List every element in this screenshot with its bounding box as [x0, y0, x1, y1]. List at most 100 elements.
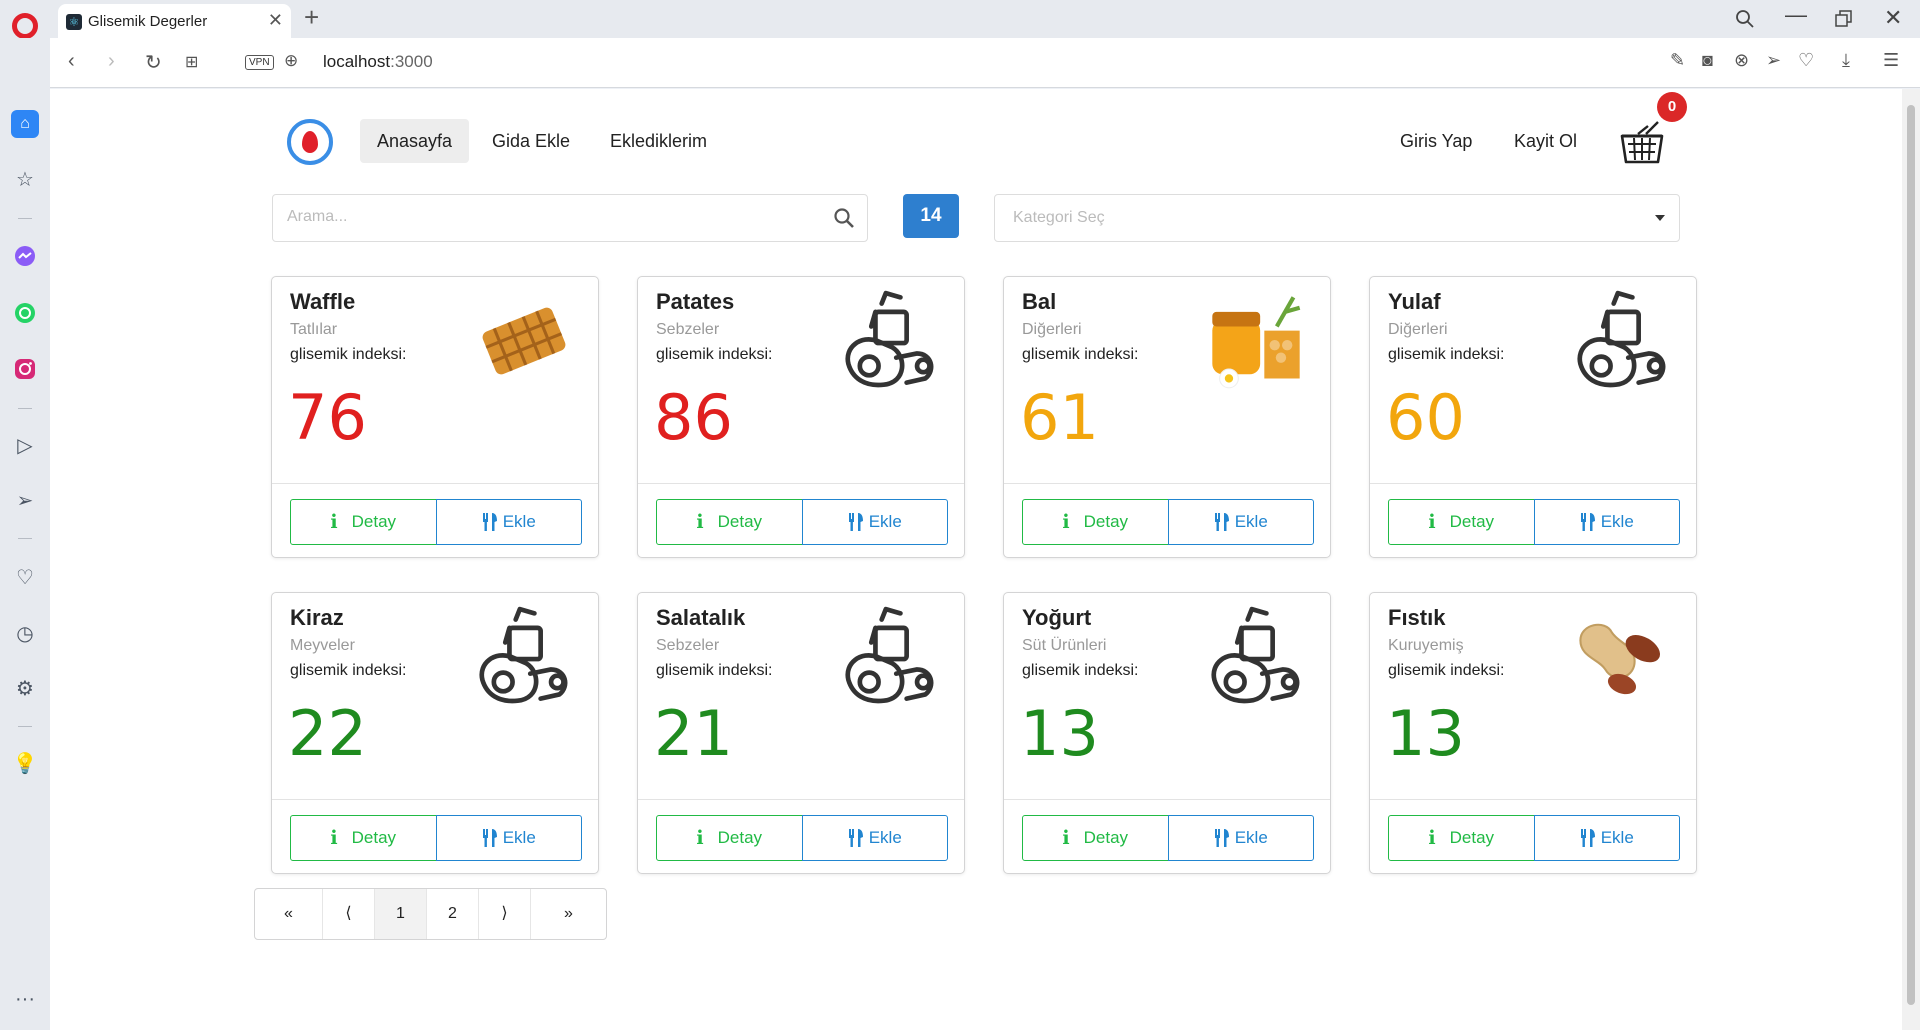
food-image [472, 605, 576, 709]
login-link[interactable]: Giris Yap [1383, 119, 1489, 163]
detail-button[interactable]: i Detay [1388, 815, 1535, 861]
food-category: Kuruyemiş [1388, 637, 1464, 654]
detail-button[interactable]: i Detay [290, 815, 437, 861]
reload-icon[interactable]: ↻ [145, 50, 162, 75]
add-button[interactable]: Ekle [435, 499, 582, 545]
add-button[interactable]: Ekle [801, 499, 948, 545]
favorites-heart-icon[interactable]: ♡ [0, 565, 50, 590]
sidebar-divider [18, 538, 32, 539]
history-icon[interactable]: ◷ [0, 621, 50, 646]
flow-send-icon[interactable]: ➢ [0, 488, 50, 513]
detail-button[interactable]: i Detay [1022, 815, 1169, 861]
nav-eklediklerim[interactable]: Eklediklerim [593, 119, 724, 163]
pagination-last[interactable]: » [531, 889, 606, 939]
detail-button[interactable]: i Detay [1022, 499, 1169, 545]
browser-tab[interactable]: ⚛ Glisemik Degerler ✕ [58, 4, 291, 38]
glycemic-index-label: glisemik indeksi: [656, 662, 773, 679]
pagination-page-1[interactable]: 1 [375, 889, 427, 939]
detail-button[interactable]: i Detay [656, 815, 803, 861]
bookmarks-icon[interactable]: ☆ [0, 167, 50, 192]
minimize-icon[interactable]: — [1785, 2, 1807, 28]
pagination-page-2[interactable]: 2 [427, 889, 479, 939]
sidebar-divider [18, 408, 32, 409]
more-options-icon[interactable]: ··· [0, 988, 50, 1011]
food-image [1570, 605, 1674, 709]
search-icon[interactable] [833, 207, 855, 229]
detail-button[interactable]: i Detay [290, 499, 437, 545]
add-button[interactable]: Ekle [801, 815, 948, 861]
heart-icon[interactable]: ♡ [1798, 50, 1814, 71]
glycemic-index-value: 86 [654, 381, 733, 454]
close-window-icon[interactable]: ✕ [1884, 5, 1902, 31]
food-category: Sebzeler [656, 637, 720, 654]
search-input[interactable] [287, 208, 807, 226]
add-button[interactable]: Ekle [1167, 815, 1314, 861]
instagram-icon[interactable] [0, 358, 50, 386]
add-button[interactable]: Ekle [1167, 499, 1314, 545]
site-info-globe-icon[interactable]: ⊕ [284, 51, 298, 71]
pagination-first[interactable]: « [255, 889, 323, 939]
url-field[interactable]: localhost:3000 [323, 52, 433, 72]
scrollbar[interactable] [1902, 89, 1920, 1030]
detail-button-label: Detay [1083, 828, 1129, 847]
food-category: Meyveler [290, 637, 355, 654]
close-tab-icon[interactable]: ✕ [268, 10, 283, 31]
app-logo-drop-icon[interactable] [287, 119, 333, 165]
easy-setup-icon[interactable]: ☰ [1883, 50, 1899, 71]
card-divider [1370, 483, 1696, 484]
basket-icon[interactable] [1618, 118, 1666, 166]
tips-lightbulb-icon[interactable]: 💡 [0, 751, 50, 776]
search-tabs-icon[interactable] [1735, 9, 1755, 29]
food-card: Fıstık Kuruyemiş glisemik indeksi: 13 i Detay… [1369, 592, 1697, 874]
glycemic-index-value: 22 [288, 697, 367, 770]
utensils-icon [848, 829, 863, 847]
back-icon[interactable]: ‹ [68, 50, 75, 73]
add-button-label: Ekle [1600, 512, 1634, 531]
home-icon[interactable]: ⌂ [11, 110, 39, 138]
food-name: Patates [656, 289, 735, 314]
player-icon[interactable]: ▷ [0, 433, 50, 458]
send-icon[interactable]: ➢ [1766, 50, 1781, 71]
info-icon: i [1062, 511, 1070, 533]
whatsapp-icon[interactable] [0, 302, 50, 330]
category-select[interactable]: Kategori Seç [994, 194, 1680, 242]
download-icon[interactable]: ⤓ [1842, 50, 1850, 71]
food-card: Yulaf Diğerleri glisemik indeksi: 60 i Detay E… [1369, 276, 1697, 558]
detail-button-label: Detay [1449, 828, 1495, 847]
edit-page-icon[interactable]: ✎ [1670, 50, 1685, 71]
info-icon: i [330, 827, 338, 849]
nav-anasayfa[interactable]: Anasayfa [360, 119, 470, 163]
card-button-group: i Detay Ekle [1022, 499, 1314, 545]
forward-icon[interactable]: › [108, 50, 115, 73]
food-image [472, 289, 576, 393]
glycemic-index-label: glisemik indeksi: [656, 346, 773, 363]
pagination-next[interactable]: ⟩ [479, 889, 531, 939]
food-card: Patates Sebzeler glisemik indeksi: 86 i Detay… [637, 276, 965, 558]
messenger-icon[interactable] [0, 245, 50, 273]
info-icon: i [1428, 511, 1436, 533]
opera-logo-icon[interactable] [12, 13, 38, 39]
detail-button[interactable]: i Detay [1388, 499, 1535, 545]
new-tab-icon[interactable]: + [304, 2, 319, 33]
register-link[interactable]: Kayit Ol [1497, 119, 1594, 163]
tabs-grid-icon[interactable]: ⊞ [185, 52, 198, 72]
snapshot-camera-icon[interactable]: ◙ [1702, 50, 1713, 71]
nav-gida-ekle[interactable]: Gida Ekle [475, 119, 587, 163]
glycemic-index-value: 21 [654, 697, 733, 770]
utensils-icon [482, 829, 497, 847]
card-button-group: i Detay Ekle [290, 815, 582, 861]
restore-icon[interactable] [1835, 10, 1853, 28]
scrollbar-thumb[interactable] [1907, 105, 1915, 1005]
settings-icon[interactable]: ⚙ [0, 676, 50, 701]
pagination-prev[interactable]: ⟨ [323, 889, 375, 939]
utensils-icon [482, 513, 497, 531]
vpn-icon[interactable]: VPN [245, 55, 274, 70]
add-button[interactable]: Ekle [1533, 815, 1680, 861]
food-image [1204, 605, 1308, 709]
add-button[interactable]: Ekle [435, 815, 582, 861]
address-bar: ‹ › ↻ ⊞ VPN ⊕ localhost:3000 ✎ ◙ ⊗ ➢ ♡ ⤓… [50, 38, 1920, 88]
adblock-icon[interactable]: ⊗ [1734, 50, 1749, 71]
detail-button[interactable]: i Detay [656, 499, 803, 545]
add-button[interactable]: Ekle [1533, 499, 1680, 545]
glycemic-index-label: glisemik indeksi: [290, 346, 407, 363]
